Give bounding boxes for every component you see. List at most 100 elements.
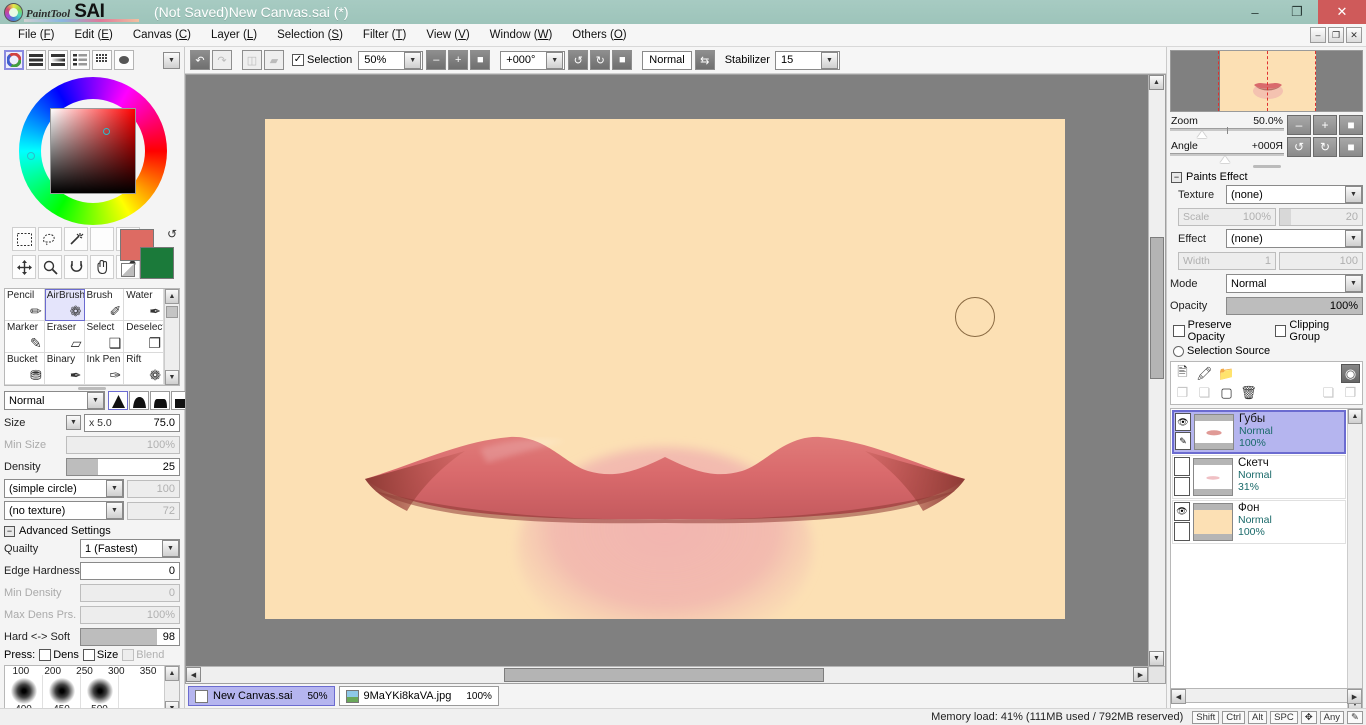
layer-mask-icon[interactable]: ◉ (1341, 364, 1360, 383)
angle-slider-track[interactable] (1170, 153, 1284, 163)
rotate-cw-button[interactable]: ↻ (590, 50, 611, 70)
canvas-vertical-scrollbar[interactable]: ▲ ▼ (1148, 75, 1165, 666)
rgb-sliders-icon[interactable] (26, 50, 46, 70)
tool-airbrush[interactable]: AirBrush ❁ (44, 289, 85, 321)
default-colors-icon[interactable] (121, 263, 135, 277)
mdi-minimize-button[interactable]: – (1310, 27, 1326, 43)
menu-filter[interactable]: Filter (T) (353, 27, 416, 43)
size-field[interactable]: x 5.0 75.0 (84, 413, 180, 432)
rotate-ccw-button[interactable]: ↺ (568, 50, 589, 70)
zoom-out-button[interactable]: – (426, 50, 447, 70)
tool-bucket[interactable]: Bucket ⛃ (5, 353, 45, 385)
nav-rotate-reset-button[interactable]: ■ (1339, 137, 1363, 157)
edge-hardness-field[interactable]: 0 (80, 561, 180, 580)
nav-rotate-ccw-button[interactable]: ↺ (1287, 137, 1311, 157)
angle-slider-handle[interactable] (1220, 156, 1231, 163)
checkbox-box[interactable] (39, 649, 52, 661)
nav-zoom-in-button[interactable]: + (1313, 115, 1337, 135)
shape-flat-icon[interactable] (150, 391, 170, 410)
layer-select-source-icon[interactable] (1174, 477, 1190, 496)
undo-icon[interactable]: ↶ (190, 50, 210, 70)
layer-mode-combo[interactable]: Normal ▼ (1226, 274, 1363, 293)
chevron-down-icon[interactable]: ▼ (404, 51, 422, 69)
maximize-button[interactable]: ❐ (1276, 0, 1318, 24)
selection-checkbox-box[interactable]: ✓ (292, 54, 304, 66)
move-icon[interactable] (12, 255, 36, 279)
scroll-up-icon[interactable]: ▲ (165, 666, 179, 681)
tool-water[interactable]: Water ✒ (124, 289, 164, 321)
menu-edit[interactable]: Edit (E) (64, 27, 122, 43)
rotate-reset-button[interactable]: ■ (612, 50, 633, 70)
scroll-left-icon[interactable]: ◀ (186, 667, 201, 682)
effect-combo[interactable]: (none) ▼ (1226, 229, 1363, 248)
stabilizer-combo[interactable]: 15 ▼ (774, 50, 840, 70)
scroll-left-icon[interactable]: ◀ (1171, 689, 1186, 704)
mdi-restore-button[interactable]: ❐ (1328, 27, 1344, 43)
preset-label-300[interactable]: 300 (100, 666, 132, 675)
tool-eraser[interactable]: Eraser ▱ (44, 321, 85, 353)
swap-colors-icon[interactable]: ↺ (167, 227, 177, 241)
size-dropdown-button[interactable]: ▼ (66, 415, 81, 430)
scroll-thumb[interactable] (166, 306, 178, 318)
navigator-preview[interactable] (1170, 50, 1363, 112)
menu-file[interactable]: File (F) (8, 27, 64, 43)
shape-round-icon[interactable] (129, 391, 149, 410)
menu-layer[interactable]: Layer (L) (201, 27, 267, 43)
layer-select-source-icon[interactable] (1174, 522, 1190, 541)
menu-selection[interactable]: Selection (S) (267, 27, 353, 43)
new-linework-layer-icon[interactable]: 🖍 (1195, 364, 1214, 383)
flip-icon[interactable]: ◫ (242, 50, 262, 70)
checkbox-box[interactable] (82, 649, 95, 661)
press-size-checkbox[interactable]: Size (82, 649, 118, 661)
scroll-down-icon[interactable]: ▼ (1149, 651, 1164, 666)
chevron-down-icon[interactable]: ▼ (1345, 275, 1362, 292)
nav-zoom-reset-button[interactable]: ■ (1339, 115, 1363, 135)
menu-canvas[interactable]: Canvas (C) (123, 27, 201, 43)
empty-slot-1[interactable] (90, 227, 114, 251)
scroll-up-icon[interactable]: ▲ (1348, 409, 1362, 424)
zoom-slider-track[interactable] (1170, 127, 1284, 138)
tool-binary[interactable]: Binary ✒ (44, 353, 85, 385)
canvas-viewport[interactable] (186, 75, 1148, 666)
zoom-in-button[interactable]: + (448, 50, 469, 70)
right-panel-horizontal-scrollbar[interactable]: ◀ ▶ (1170, 688, 1363, 704)
chevron-down-icon[interactable]: ▼ (87, 392, 104, 409)
zoom-slider-handle[interactable] (1197, 131, 1208, 138)
radio-button[interactable] (1173, 345, 1184, 357)
hsv-sliders-icon[interactable] (48, 50, 68, 70)
close-button[interactable]: ✕ (1318, 0, 1366, 24)
menu-window[interactable]: Window (W) (480, 27, 563, 43)
delete-layer-icon[interactable]: 🗑 (1239, 383, 1258, 402)
redo-icon[interactable]: ↷ (212, 50, 232, 70)
selection-source-radio[interactable]: Selection Source (1173, 345, 1270, 357)
checkbox-box[interactable] (1173, 325, 1185, 337)
menu-others[interactable]: Others (O) (562, 27, 636, 43)
chevron-down-icon[interactable]: ▼ (106, 480, 123, 497)
vertical-scroll-thumb[interactable] (1150, 237, 1164, 379)
menu-view[interactable]: View (V) (416, 27, 479, 43)
clipping-group-checkbox[interactable]: Clipping Group (1274, 319, 1360, 343)
lasso-select-icon[interactable] (38, 227, 62, 251)
chevron-down-icon[interactable]: ▼ (1345, 186, 1362, 203)
tool-ink-pen[interactable]: Ink Pen ✑ (84, 353, 125, 385)
chevron-down-icon[interactable]: ▼ (820, 51, 838, 69)
hue-cursor[interactable] (26, 152, 35, 160)
artboard[interactable] (265, 119, 1065, 619)
scroll-up-icon[interactable]: ▲ (1149, 75, 1164, 90)
collapse-icon[interactable]: − (1171, 171, 1182, 183)
mirror-icon[interactable]: ⇆ (694, 50, 715, 70)
minimize-button[interactable]: – (1234, 0, 1276, 24)
doc-tab-image[interactable]: 9MaYKi8kaVA.jpg 100% (338, 686, 499, 706)
tool-rift[interactable]: Rift ❁ (124, 353, 164, 385)
nav-zoom-out-button[interactable]: – (1287, 115, 1311, 135)
paints-effect-header[interactable]: − Paints Effect (1167, 169, 1366, 185)
zoom-icon[interactable] (38, 255, 62, 279)
zoom-reset-button[interactable]: ■ (470, 50, 491, 70)
layer-row-guby[interactable]: 👁 ✎ Губы Normal 100% (1172, 410, 1346, 454)
gradient-icon[interactable] (70, 50, 90, 70)
blend-mode-combo[interactable]: Normal ▼ (4, 391, 105, 410)
wheel-icon[interactable] (4, 50, 24, 70)
selection-checkbox[interactable]: ✓ Selection (292, 54, 352, 66)
preserve-opacity-checkbox[interactable]: Preserve Opacity (1173, 319, 1269, 343)
layer-row-sketch[interactable]: Скетч Normal 31% (1172, 455, 1346, 499)
